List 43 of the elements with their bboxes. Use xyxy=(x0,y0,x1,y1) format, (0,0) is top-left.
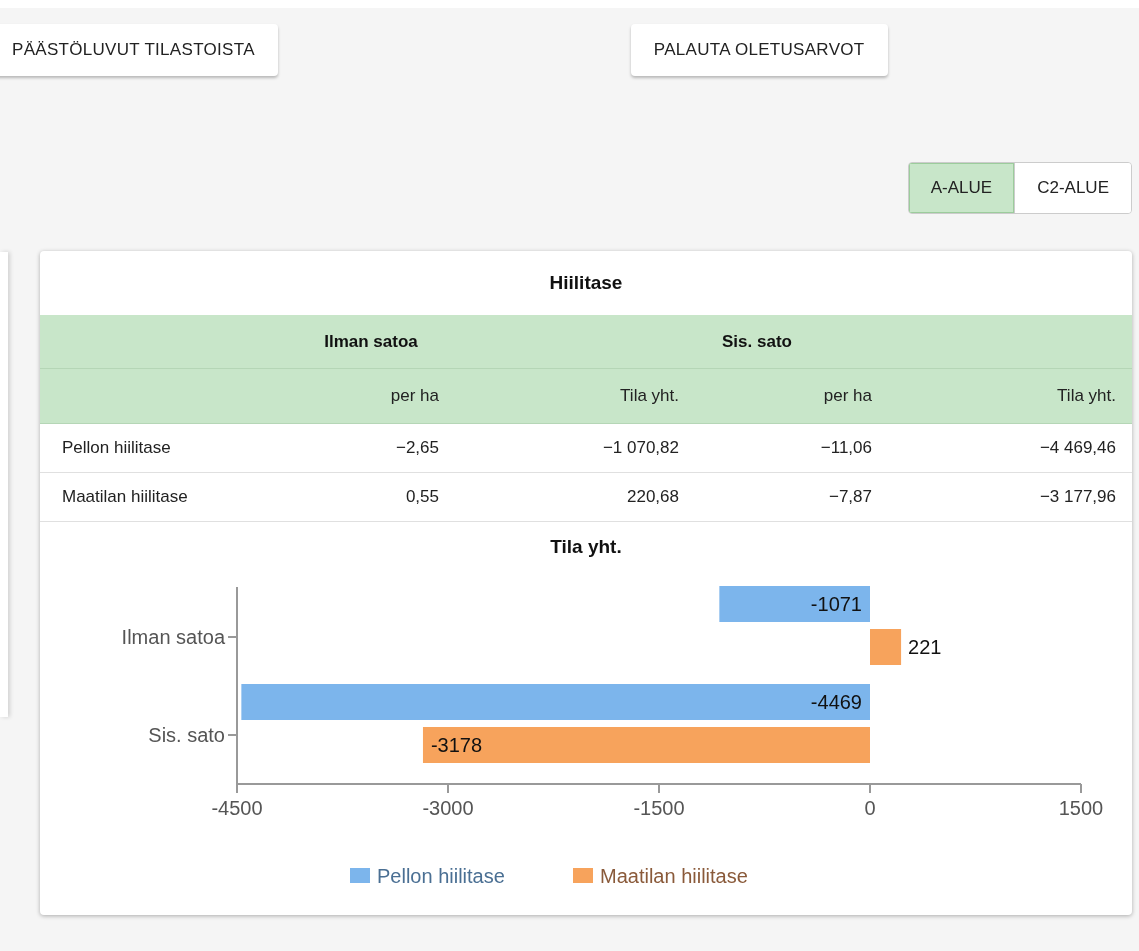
x-tick-label: -1500 xyxy=(633,783,685,819)
card-title: Hiilitase xyxy=(549,272,623,294)
table-cell-text: −3 177,96 xyxy=(1038,487,1117,507)
table-cell-text: 220,68 xyxy=(626,487,680,507)
category-label: Sis. sato xyxy=(148,724,238,746)
chart-title: Tila yht. xyxy=(550,536,622,557)
x-tick-label: 1500 xyxy=(1058,797,1104,819)
area-toggle-button[interactable]: A-ALUE xyxy=(908,163,1015,213)
table-cell-text: −4 469,46 xyxy=(1038,438,1117,458)
row-label: Pellon hiilitase xyxy=(61,438,172,458)
table-cell-text: 0,55 xyxy=(404,487,440,507)
x-tick-label: -4500 xyxy=(211,783,263,819)
data-label: 221 xyxy=(908,636,942,658)
data-label: -1071 xyxy=(810,593,862,615)
x-tick-label: 1500 xyxy=(1058,783,1104,819)
x-tick-label: -1500 xyxy=(633,797,685,819)
x-tick-label: -4500 xyxy=(211,797,263,819)
table-cell-text: −1 070,82 xyxy=(601,438,680,458)
x-tick-label: 0 xyxy=(864,783,876,819)
legend-label: Maatilan hiilitase xyxy=(600,865,748,887)
table-cell-text: −11,06 xyxy=(819,438,873,458)
row-label: Maatilan hiilitase xyxy=(61,487,189,507)
column-header: Tila yht. xyxy=(1056,386,1117,406)
table-cell-text: −7,87 xyxy=(828,487,873,507)
legend-item[interactable]: Pellon hiilitase xyxy=(350,865,505,887)
column-header: Tila yht. xyxy=(619,386,680,406)
bar xyxy=(870,629,902,665)
raised-button[interactable]: PALAUTA OLETUSARVOT xyxy=(630,24,888,76)
category-label: Ilman satoa xyxy=(121,626,238,648)
raised-button[interactable]: PÄÄSTÖLUVUT TILASTOISTA xyxy=(0,24,278,76)
legend-item[interactable]: Maatilan hiilitase xyxy=(573,865,748,887)
column-header: per ha xyxy=(822,386,873,406)
data-label: -4469 xyxy=(810,691,862,713)
table-cell-text: −2,65 xyxy=(395,438,440,458)
group-header: Ilman satoa xyxy=(323,331,419,352)
data-label: -3178 xyxy=(430,734,483,756)
area-toggle-button[interactable]: C2-ALUE xyxy=(1014,163,1131,213)
x-tick-label: -3000 xyxy=(422,783,474,819)
x-tick-label: 0 xyxy=(864,797,876,819)
group-header: Sis. sato xyxy=(721,331,793,352)
column-header: per ha xyxy=(389,386,440,406)
legend-label: Pellon hiilitase xyxy=(377,865,505,887)
x-tick-label: -3000 xyxy=(422,797,474,819)
